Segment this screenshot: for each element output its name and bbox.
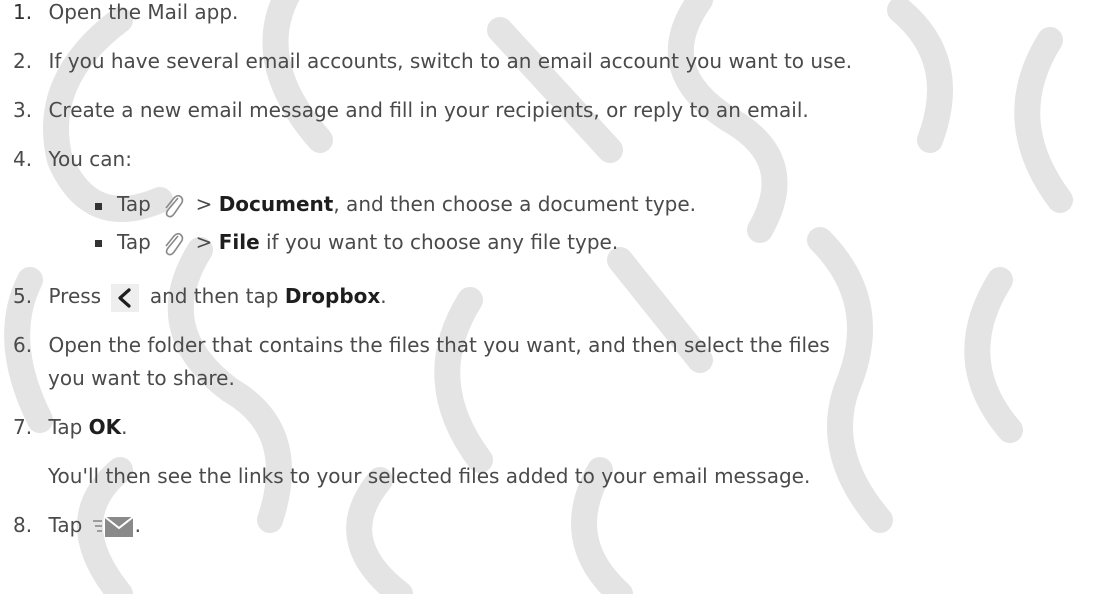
sub-item-gt: > xyxy=(195,230,213,254)
step-text-period: . xyxy=(121,415,128,439)
step-text-period: . xyxy=(134,513,142,537)
step-number: 5. xyxy=(13,284,33,308)
sub-item-rest: if you want to choose any file type. xyxy=(259,230,619,254)
step-text-tap: Tap xyxy=(48,513,83,537)
step-text-tap: Tap xyxy=(48,415,83,439)
sub-item-tap: Tap xyxy=(117,192,151,216)
bullet xyxy=(95,240,102,247)
step-text-period: . xyxy=(380,284,387,308)
watermark-stroke xyxy=(346,467,413,594)
step-text: You can: xyxy=(48,147,132,171)
step-text: If you have several email accounts, swit… xyxy=(48,49,853,73)
back-chevron-icon xyxy=(111,283,140,312)
step-number: 6. xyxy=(13,333,33,357)
sub-item-rest: , and then choose a document type. xyxy=(333,192,697,216)
watermark-stroke xyxy=(807,227,893,533)
step-number: 7. xyxy=(13,415,33,439)
sub-item-file: Tap > File if you want to choose any fil… xyxy=(117,228,618,258)
step-text-mid: and then tap xyxy=(149,284,279,308)
sub-item-document-label: Document xyxy=(218,192,334,216)
step-8: 8. Tap . xyxy=(13,511,141,539)
step-6: 6. Open the folder that contains the fil… xyxy=(13,331,830,359)
step-3: 3. Create a new email message and fill i… xyxy=(13,96,809,124)
step-6-continued: you want to share. xyxy=(48,364,235,392)
step-number: 2. xyxy=(13,49,33,73)
step-2: 2. If you have several email accounts, s… xyxy=(13,47,852,75)
watermark-stroke xyxy=(434,287,493,473)
step-text: Create a new email message and fill in y… xyxy=(48,98,809,122)
paperclip-icon xyxy=(161,192,185,220)
sub-item-tap: Tap xyxy=(117,230,151,254)
step-1: 1. Open the Mail app. xyxy=(13,0,238,26)
watermark-stroke xyxy=(1014,27,1073,213)
step-text-line1: Open the folder that contains the files … xyxy=(48,333,830,357)
paperclip-icon xyxy=(161,230,185,258)
step-number: 8. xyxy=(13,513,33,537)
step-7: 7. Tap OK. xyxy=(13,413,128,441)
sub-item-gt: > xyxy=(195,192,213,216)
step-number: 1. xyxy=(13,0,33,24)
dropbox-label: Dropbox xyxy=(284,284,381,308)
sub-item-file-label: File xyxy=(218,230,260,254)
sub-item-document: Tap > Document, and then choose a docume… xyxy=(117,190,696,220)
bullet xyxy=(95,203,102,210)
step-5: 5. Press and then tap Dropbox. xyxy=(13,282,387,312)
step-text-press: Press xyxy=(48,284,102,308)
step-number: 4. xyxy=(13,147,33,171)
step-text: Open the Mail app. xyxy=(48,0,239,24)
ok-label: OK xyxy=(88,415,122,439)
send-mail-icon xyxy=(92,515,135,539)
watermark-stroke xyxy=(964,267,1023,443)
step-text-line2: you want to share. xyxy=(48,366,235,390)
step-number: 3. xyxy=(13,98,33,122)
note-text: You'll then see the links to your select… xyxy=(48,464,811,488)
step-4: 4. You can: xyxy=(13,145,132,173)
watermark-stroke xyxy=(887,0,953,153)
